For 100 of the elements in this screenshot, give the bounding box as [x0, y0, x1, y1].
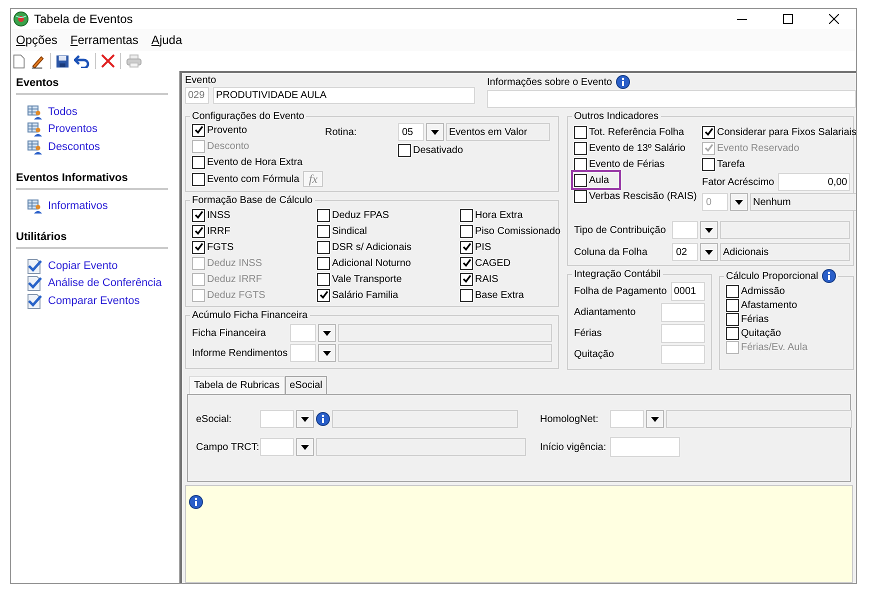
code-field[interactable] — [260, 410, 294, 428]
caret-icon — [651, 416, 659, 422]
checkbox[interactable] — [317, 240, 330, 254]
dropdown-button[interactable] — [426, 123, 444, 141]
caret-icon — [323, 350, 331, 356]
checkbox[interactable] — [460, 256, 473, 270]
code-field[interactable] — [290, 324, 316, 342]
checkbox-label: IRRF — [207, 226, 230, 236]
date-field[interactable] — [610, 437, 680, 457]
checkbox[interactable] — [192, 124, 205, 136]
dropdown-button[interactable] — [318, 344, 336, 362]
checkbox-label: Quitação — [741, 328, 782, 338]
text-field[interactable] — [661, 345, 705, 364]
checkbox[interactable] — [317, 208, 330, 222]
checkbox[interactable] — [574, 174, 587, 186]
field-label: Fator Acréscimo — [702, 176, 774, 188]
undo-icon[interactable] — [74, 54, 90, 68]
dropdown-button[interactable] — [318, 324, 336, 342]
checkbox[interactable] — [574, 158, 587, 170]
code-field[interactable]: 05 — [398, 123, 424, 141]
checkbox[interactable] — [460, 224, 473, 238]
number-field[interactable]: 0,00 — [778, 173, 850, 191]
code-field[interactable]: 02 — [672, 243, 698, 261]
text-field[interactable] — [661, 303, 705, 322]
section-title: Utilitários — [16, 231, 168, 249]
checkbox[interactable] — [726, 326, 739, 340]
checkbox-label: DSR s/ Adicionais — [332, 242, 412, 252]
name-field[interactable]: PRODUTIVIDADE AULA — [213, 87, 475, 104]
sidebar-link[interactable]: Todos — [48, 106, 78, 118]
code-field[interactable] — [290, 344, 316, 362]
tab[interactable]: Tabela de Rubricas — [189, 376, 285, 394]
text-field[interactable] — [661, 324, 705, 343]
checkbox[interactable] — [192, 208, 205, 222]
checkbox-label: Tarefa — [717, 158, 745, 170]
checkbox-label: Aula — [589, 174, 610, 186]
checkbox[interactable] — [460, 272, 473, 286]
checkbox[interactable] — [574, 126, 587, 138]
code-field[interactable] — [672, 221, 698, 239]
description-field: Adicionais — [720, 243, 850, 261]
info-icon[interactable] — [189, 495, 203, 509]
checkbox[interactable] — [702, 158, 715, 170]
sidebar-link[interactable]: Comparar Eventos — [48, 294, 140, 307]
checkbox[interactable] — [398, 144, 411, 156]
text-field[interactable]: 0001 — [670, 282, 705, 301]
checkbox[interactable] — [192, 156, 205, 168]
info-icon[interactable] — [316, 412, 330, 426]
info-icon[interactable] — [822, 269, 836, 283]
checkbox[interactable] — [192, 172, 205, 186]
table-user-icon — [27, 198, 43, 214]
checkbox[interactable] — [726, 312, 739, 326]
dropdown-button[interactable] — [700, 221, 718, 239]
checkbox[interactable] — [460, 288, 473, 302]
info-field[interactable] — [487, 90, 856, 108]
info-icon[interactable] — [616, 75, 630, 89]
checkbox[interactable] — [317, 272, 330, 286]
maximize-icon[interactable] — [783, 14, 793, 24]
dropdown-button[interactable] — [730, 193, 748, 211]
delete-icon[interactable] — [101, 54, 115, 68]
checkbox[interactable] — [574, 190, 587, 202]
close-icon[interactable] — [829, 14, 839, 24]
sidebar-link[interactable]: Proventos — [48, 123, 98, 136]
checkbox-label: CAGED — [475, 258, 511, 268]
save-icon[interactable] — [56, 54, 69, 68]
checkbox[interactable] — [192, 224, 205, 238]
pencil-icon[interactable] — [30, 54, 45, 68]
checkbox[interactable] — [192, 240, 205, 254]
checkbox-label: Férias/Ev. Aula — [741, 342, 808, 352]
code-field[interactable]: 029 — [185, 87, 209, 104]
menu-item[interactable]: Opções — [16, 33, 58, 47]
checkbox[interactable] — [702, 126, 715, 138]
checkbox[interactable] — [317, 256, 330, 270]
checkbox[interactable] — [317, 224, 330, 238]
menu-item[interactable]: Ferramentas — [70, 33, 138, 47]
code-field[interactable] — [610, 410, 644, 428]
sidebar-link[interactable]: Descontos — [48, 140, 100, 153]
checkbox[interactable] — [574, 142, 587, 154]
checkbox-label: Piso Comissionado — [475, 226, 561, 236]
globe-icon — [13, 11, 29, 27]
sidebar-link[interactable]: Copiar Evento — [48, 260, 118, 272]
new-document-icon[interactable] — [13, 54, 25, 68]
checkbox[interactable] — [460, 208, 473, 222]
code-field[interactable] — [260, 438, 294, 456]
checkbox-label: Deduz FPAS — [332, 210, 390, 220]
window-title: Tabela de Eventos — [34, 12, 133, 26]
dropdown-button[interactable] — [296, 438, 314, 456]
dropdown-button[interactable] — [296, 410, 314, 428]
field-label: Campo TRCT: — [196, 442, 256, 452]
table-user-icon — [27, 138, 43, 155]
checkbox[interactable] — [726, 284, 739, 298]
sidebar-link[interactable]: Informativos — [48, 200, 108, 212]
checkbox-label: Evento de 13º Salário — [589, 142, 686, 154]
tab[interactable]: eSocial — [284, 376, 328, 394]
dropdown-button[interactable] — [646, 410, 664, 428]
menu-item[interactable]: Ajuda — [151, 33, 182, 47]
checkbox[interactable] — [317, 288, 330, 302]
checkbox[interactable] — [460, 240, 473, 254]
checkbox-label: Desconto — [207, 140, 250, 152]
sidebar-link[interactable]: Análise de Conferência — [48, 277, 162, 290]
dropdown-button[interactable] — [700, 243, 718, 261]
checkbox[interactable] — [726, 298, 739, 312]
